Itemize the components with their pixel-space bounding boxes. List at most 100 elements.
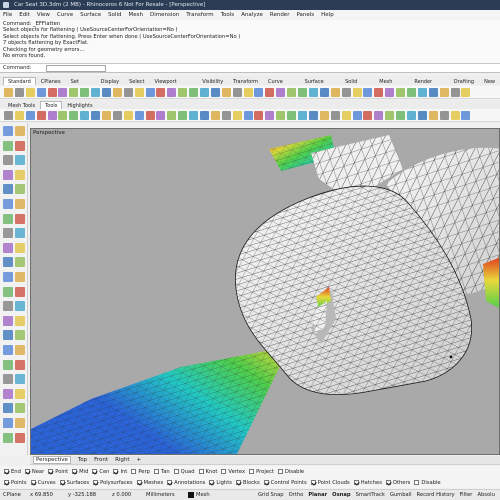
filter-checkbox[interactable] <box>167 480 173 485</box>
left-tool-icon[interactable] <box>3 242 13 253</box>
left-tool-icon[interactable] <box>15 432 25 443</box>
toolbar-tool-icon[interactable] <box>385 110 395 120</box>
tab-surface-tools[interactable]: Surface Tools <box>300 77 341 93</box>
toolbar-tool-icon[interactable] <box>374 87 384 97</box>
left-tool-icon[interactable] <box>15 418 25 428</box>
filter-checkbox[interactable] <box>353 480 359 485</box>
filter-checkbox[interactable] <box>30 480 36 485</box>
osnap-int[interactable]: Int <box>113 469 127 475</box>
toolbar-tool-icon[interactable] <box>145 110 155 120</box>
toolbar-tool-icon[interactable] <box>36 110 46 120</box>
absolute-tolerance[interactable]: Absolu <box>477 492 494 498</box>
toolbar-tool-icon[interactable] <box>287 87 297 97</box>
osnap-checkbox[interactable] <box>92 469 98 474</box>
filter-point-clouds[interactable]: Point Clouds <box>310 480 350 486</box>
toolbar-tool-icon[interactable] <box>80 110 90 120</box>
toolbar-tool-icon[interactable] <box>134 87 144 97</box>
toolbar-tool-icon[interactable] <box>69 110 79 120</box>
left-tool-icon[interactable] <box>15 403 25 414</box>
tab-tools[interactable]: Tools <box>40 101 63 109</box>
left-tool-icon[interactable] <box>3 199 13 209</box>
osnap-checkbox[interactable] <box>221 469 227 474</box>
toolbar-tool-icon[interactable] <box>341 87 351 97</box>
left-tool-icon[interactable] <box>3 126 13 136</box>
menu-view[interactable]: View <box>37 12 50 18</box>
toolbar-tool-icon[interactable] <box>254 110 264 120</box>
filter-curves[interactable]: Curves <box>30 480 56 486</box>
toolbar-tool-icon[interactable] <box>396 87 406 97</box>
toolbar-tool-icon[interactable] <box>221 87 231 97</box>
flattened-panel-strip[interactable] <box>31 351 281 455</box>
left-tool-icon[interactable] <box>15 242 25 253</box>
add-viewport-tab-button[interactable]: + <box>137 457 142 463</box>
toolbar-tool-icon[interactable] <box>406 110 416 120</box>
osnap-quad[interactable]: Quad <box>173 469 195 475</box>
left-tool-icon[interactable] <box>3 374 13 385</box>
left-tool-icon[interactable] <box>15 388 25 399</box>
toolbar-tool-icon[interactable] <box>58 110 68 120</box>
left-tool-icon[interactable] <box>3 213 13 224</box>
left-tool-icon[interactable] <box>15 374 25 385</box>
left-tool-icon[interactable] <box>3 418 13 428</box>
left-tool-icon[interactable] <box>15 213 25 224</box>
toolbar-tool-icon[interactable] <box>210 110 220 120</box>
filter-blocks[interactable]: Blocks <box>235 480 260 486</box>
menu-file[interactable]: File <box>3 12 12 18</box>
left-tool-icon[interactable] <box>15 184 25 195</box>
toolbar-tool-icon[interactable] <box>396 110 406 120</box>
filter-checkbox[interactable] <box>414 480 420 485</box>
toolbar-tool-icon[interactable] <box>298 87 308 97</box>
left-tool-icon[interactable] <box>3 403 13 414</box>
toolbar-tool-icon[interactable] <box>112 110 122 120</box>
left-tool-icon[interactable] <box>3 315 13 326</box>
toolbar-tool-icon[interactable] <box>319 87 329 97</box>
menu-edit[interactable]: Edit <box>19 12 30 18</box>
osnap-disable[interactable]: Disable <box>277 469 304 475</box>
menu-transform[interactable]: Transform <box>186 12 213 18</box>
toolbar-tool-icon[interactable] <box>308 110 318 120</box>
tab-solid-tools[interactable]: Solid Tools <box>340 77 374 93</box>
tab-curve-tools[interactable]: Curve Tools <box>263 77 300 93</box>
planar-toggle[interactable]: Planar <box>308 492 327 498</box>
toolbar-tool-icon[interactable] <box>254 87 264 97</box>
toolbar-tool-icon[interactable] <box>341 110 351 120</box>
toolbar-tool-icon[interactable] <box>319 110 329 120</box>
toolbar-tool-icon[interactable] <box>178 87 188 97</box>
tab-visibility[interactable]: Visibility <box>197 77 228 85</box>
left-tool-icon[interactable] <box>15 345 25 355</box>
filter-checkbox[interactable] <box>209 480 215 485</box>
perspective-viewport[interactable]: Perspective <box>30 128 500 455</box>
filter-checkbox[interactable] <box>235 480 241 485</box>
osnap-point[interactable]: Point <box>48 469 68 475</box>
toolbar-tool-icon[interactable] <box>36 87 46 97</box>
toolbar-tool-icon[interactable] <box>210 87 220 97</box>
toolbar-tool-icon[interactable] <box>276 110 286 120</box>
tab-standard[interactable]: Standard <box>3 77 36 85</box>
filter-others[interactable]: Others <box>385 480 410 486</box>
toolbar-tool-icon[interactable] <box>58 87 68 97</box>
viewport-tab-right[interactable]: Right <box>115 457 129 463</box>
osnap-checkbox[interactable] <box>153 469 159 474</box>
osnap-checkbox[interactable] <box>173 469 179 474</box>
menu-tools[interactable]: Tools <box>221 12 235 18</box>
toolbar-tool-icon[interactable] <box>156 87 166 97</box>
left-tool-icon[interactable] <box>3 345 13 355</box>
menu-curve[interactable]: Curve <box>57 12 73 18</box>
filter-lights[interactable]: Lights <box>209 480 232 486</box>
toolbar-tool-icon[interactable] <box>69 87 79 97</box>
toolbar-tool-icon[interactable] <box>189 110 199 120</box>
current-layer[interactable]: Mesh <box>188 492 258 498</box>
ortho-toggle[interactable]: Ortho <box>289 492 304 498</box>
units-label[interactable]: Millimeters <box>146 492 188 498</box>
left-tool-icon[interactable] <box>15 126 25 136</box>
toolbar-tool-icon[interactable] <box>123 87 133 97</box>
toolbar-tool-icon[interactable] <box>123 110 133 120</box>
toolbar-tool-icon[interactable] <box>461 87 471 97</box>
osnap-cen[interactable]: Cen <box>92 469 109 475</box>
osnap-checkbox[interactable] <box>277 469 283 474</box>
left-tool-icon[interactable] <box>3 301 13 312</box>
tab-new[interactable]: New <box>479 77 500 85</box>
toolbar-tool-icon[interactable] <box>428 110 438 120</box>
toolbar-tool-icon[interactable] <box>47 87 57 97</box>
toolbar-tool-icon[interactable] <box>91 110 101 120</box>
